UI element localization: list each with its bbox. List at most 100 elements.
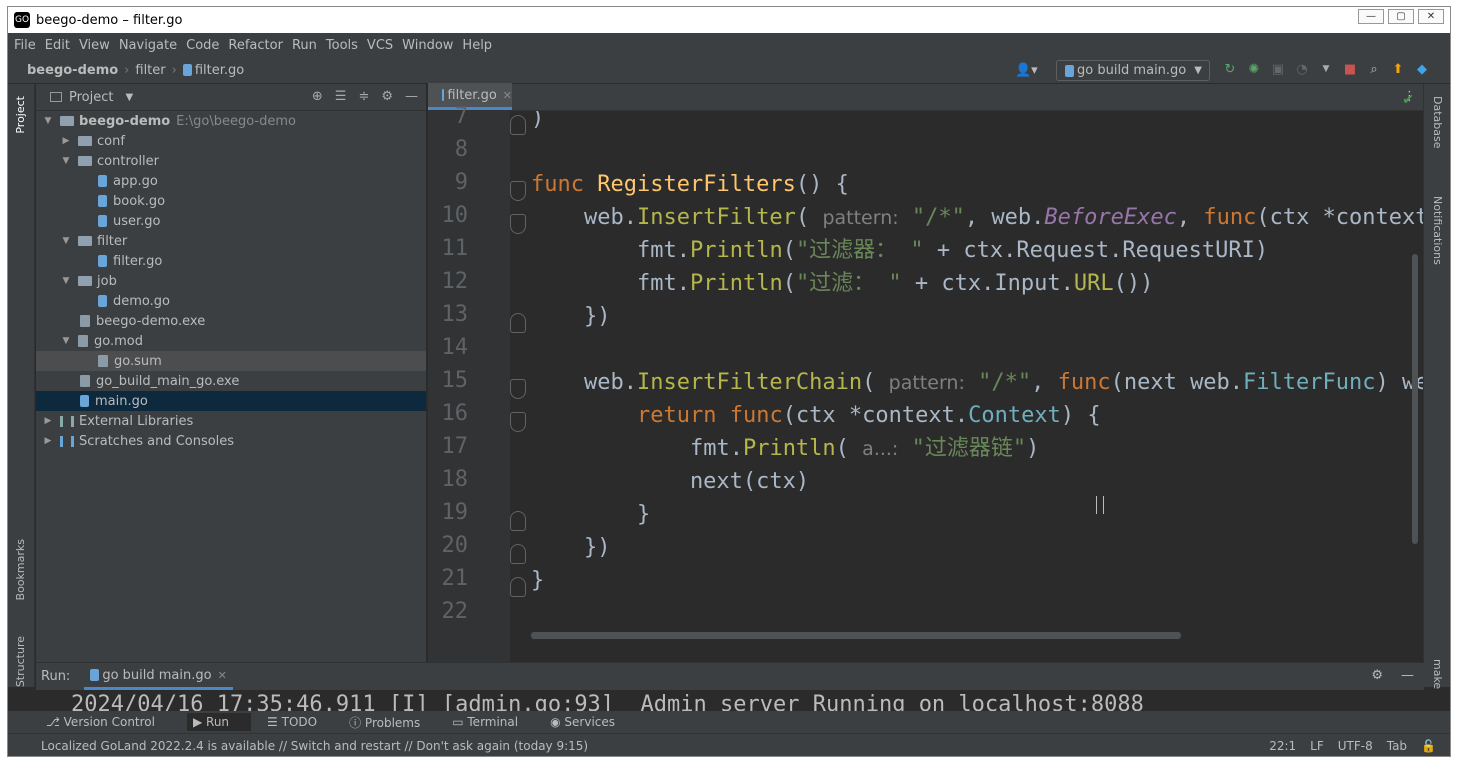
fold-marker-icon[interactable] — [510, 379, 526, 399]
menu-view[interactable]: View — [79, 38, 110, 53]
fold-marker-icon[interactable] — [510, 115, 526, 135]
line-number: 11 — [441, 236, 469, 261]
run-tab[interactable]: go build main.go ✕ — [84, 663, 233, 690]
close-button[interactable]: ✕ — [1418, 9, 1444, 24]
line-separator[interactable]: LF — [1310, 739, 1324, 753]
tool-todo[interactable]: ☰ TODO — [267, 715, 333, 729]
tool-run[interactable]: ▶ Run — [186, 713, 252, 731]
chevron-down-icon: ▼ — [62, 276, 70, 286]
fold-marker-icon[interactable] — [510, 214, 526, 234]
tab-make[interactable]: make — [1431, 659, 1444, 689]
stop-icon[interactable]: ■ — [1342, 61, 1358, 77]
fold-marker-icon[interactable] — [510, 313, 526, 333]
menu-tools[interactable]: Tools — [326, 38, 358, 53]
tree-item[interactable]: ▼ job — [36, 271, 426, 291]
fold-marker-icon[interactable] — [510, 577, 526, 597]
gear-icon[interactable]: ⚙ — [1371, 668, 1383, 683]
tree-item[interactable]: demo.go — [36, 291, 426, 311]
coverage-icon[interactable]: ▣ — [1270, 61, 1286, 77]
menu-file[interactable]: File — [14, 38, 36, 53]
horizontal-scrollbar[interactable] — [531, 632, 1181, 639]
jetbrains-icon[interactable]: ◆ — [1414, 61, 1430, 77]
tree-item[interactable]: go.sum — [36, 351, 426, 371]
tab-bookmarks[interactable]: Bookmarks — [14, 539, 27, 600]
minimize-button[interactable]: — — [1358, 9, 1384, 24]
tab-project[interactable]: Project — [14, 96, 27, 134]
console-output[interactable]: 2024/04/16 17:35:46.911 [I] [admin.go:93… — [71, 690, 1144, 712]
tool-version-control[interactable]: ⎇ Version Control — [46, 715, 171, 729]
gear-icon[interactable]: ⚙ — [381, 89, 393, 104]
code-line: func RegisterFilters() { — [531, 172, 849, 197]
locate-icon[interactable]: ⊕ — [312, 89, 323, 104]
code-content[interactable]: ) func RegisterFilters() { web.InsertFil… — [531, 111, 1424, 662]
close-icon[interactable]: ✕ — [503, 89, 512, 102]
profile-icon[interactable]: ◔ — [1294, 61, 1310, 77]
tool-services[interactable]: ◉ Services — [550, 715, 631, 729]
tree-item[interactable]: filter.go — [36, 251, 426, 271]
menu-vcs[interactable]: VCS — [367, 38, 393, 53]
fold-marker-icon[interactable] — [510, 181, 526, 201]
tree-item[interactable]: app.go — [36, 171, 426, 191]
tree-item[interactable]: book.go — [36, 191, 426, 211]
tool-window-bar: ⎇ Version Control ▶ Run ☰ TODO ⓘ Problem… — [8, 711, 1450, 733]
update-icon[interactable]: ⬆ — [1390, 61, 1406, 77]
user-icon[interactable]: 👤▾ — [1015, 63, 1038, 78]
debug-icon[interactable]: ✺ — [1246, 61, 1262, 77]
rerun-icon[interactable]: ↻ — [1222, 61, 1238, 77]
project-panel-title[interactable]: Project — [69, 90, 113, 105]
run-panel: Run: go build main.go ✕ ⚙ — 2024/04/16 1… — [36, 662, 1424, 712]
tree-item-selected[interactable]: main.go — [36, 391, 426, 411]
tab-database[interactable]: Database — [1431, 96, 1444, 149]
menu-edit[interactable]: Edit — [45, 38, 70, 53]
tool-terminal[interactable]: ▭ Terminal — [452, 715, 534, 729]
tab-notifications[interactable]: Notifications — [1431, 196, 1444, 265]
tree-item[interactable]: user.go — [36, 211, 426, 231]
line-number: 17 — [441, 434, 469, 459]
go-file-icon — [98, 255, 107, 267]
tree-item[interactable]: ▶ conf — [36, 131, 426, 151]
tree-item-label: go_build_main_go.exe — [96, 373, 240, 389]
menu-help[interactable]: Help — [462, 38, 492, 53]
chevron-down-icon: ▼ — [62, 236, 70, 246]
expand-all-icon[interactable]: ☰ — [335, 89, 347, 104]
menu-code[interactable]: Code — [186, 38, 219, 53]
close-icon[interactable]: ✕ — [218, 669, 227, 682]
tool-problems[interactable]: ⓘ Problems — [349, 714, 436, 731]
fold-marker-icon[interactable] — [510, 511, 526, 531]
vertical-scrollbar[interactable] — [1412, 254, 1418, 544]
collapse-all-icon[interactable]: ≑ — [358, 89, 369, 104]
hide-icon[interactable]: — — [1401, 668, 1414, 683]
tree-item[interactable]: beego-demo.exe — [36, 311, 426, 331]
tree-root[interactable]: ▼ beego-demo E:\go\beego-demo — [36, 111, 426, 131]
breadcrumb-file[interactable]: filter.go — [182, 63, 244, 78]
fold-marker-icon[interactable] — [510, 412, 526, 432]
inspection-ok-icon[interactable]: ✔ — [1402, 92, 1414, 108]
breadcrumb-project[interactable]: beego-demo — [27, 63, 118, 78]
sum-file-icon — [98, 355, 108, 367]
file-encoding[interactable]: UTF-8 — [1338, 739, 1373, 753]
lock-icon[interactable]: 🔓 — [1421, 739, 1436, 753]
menu-window[interactable]: Window — [402, 38, 453, 53]
hide-icon[interactable]: — — [405, 89, 418, 104]
chevron-down-icon[interactable]: ▼ — [125, 92, 133, 103]
fold-marker-icon[interactable] — [510, 544, 526, 564]
search-icon[interactable]: ⌕ — [1366, 61, 1382, 77]
code-line: fmt.Println("过滤： " + ctx.Input.URL()) — [636, 271, 1154, 296]
tree-item[interactable]: ▼ filter — [36, 231, 426, 251]
tree-item[interactable]: ▼ go.mod — [36, 331, 426, 351]
run-config-selector[interactable]: go build main.go ▼ — [1056, 60, 1210, 81]
status-message[interactable]: Localized GoLand 2022.2.4 is available /… — [41, 739, 588, 753]
tree-item[interactable]: go_build_main_go.exe — [36, 371, 426, 391]
caret-position[interactable]: 22:1 — [1269, 739, 1296, 753]
tree-scratches[interactable]: ▶ Scratches and Consoles — [36, 431, 426, 451]
more-run-icon[interactable]: ▼ — [1318, 61, 1334, 77]
breadcrumb-folder[interactable]: filter — [135, 63, 165, 78]
tree-item[interactable]: ▼ controller — [36, 151, 426, 171]
maximize-button[interactable]: ▢ — [1388, 9, 1414, 24]
menu-navigate[interactable]: Navigate — [119, 38, 177, 53]
tab-structure[interactable]: Structure — [14, 636, 27, 687]
tree-external-libraries[interactable]: ▶ External Libraries — [36, 411, 426, 431]
menu-run[interactable]: Run — [292, 38, 317, 53]
menu-refactor[interactable]: Refactor — [228, 38, 283, 53]
indent-setting[interactable]: Tab — [1387, 739, 1407, 753]
